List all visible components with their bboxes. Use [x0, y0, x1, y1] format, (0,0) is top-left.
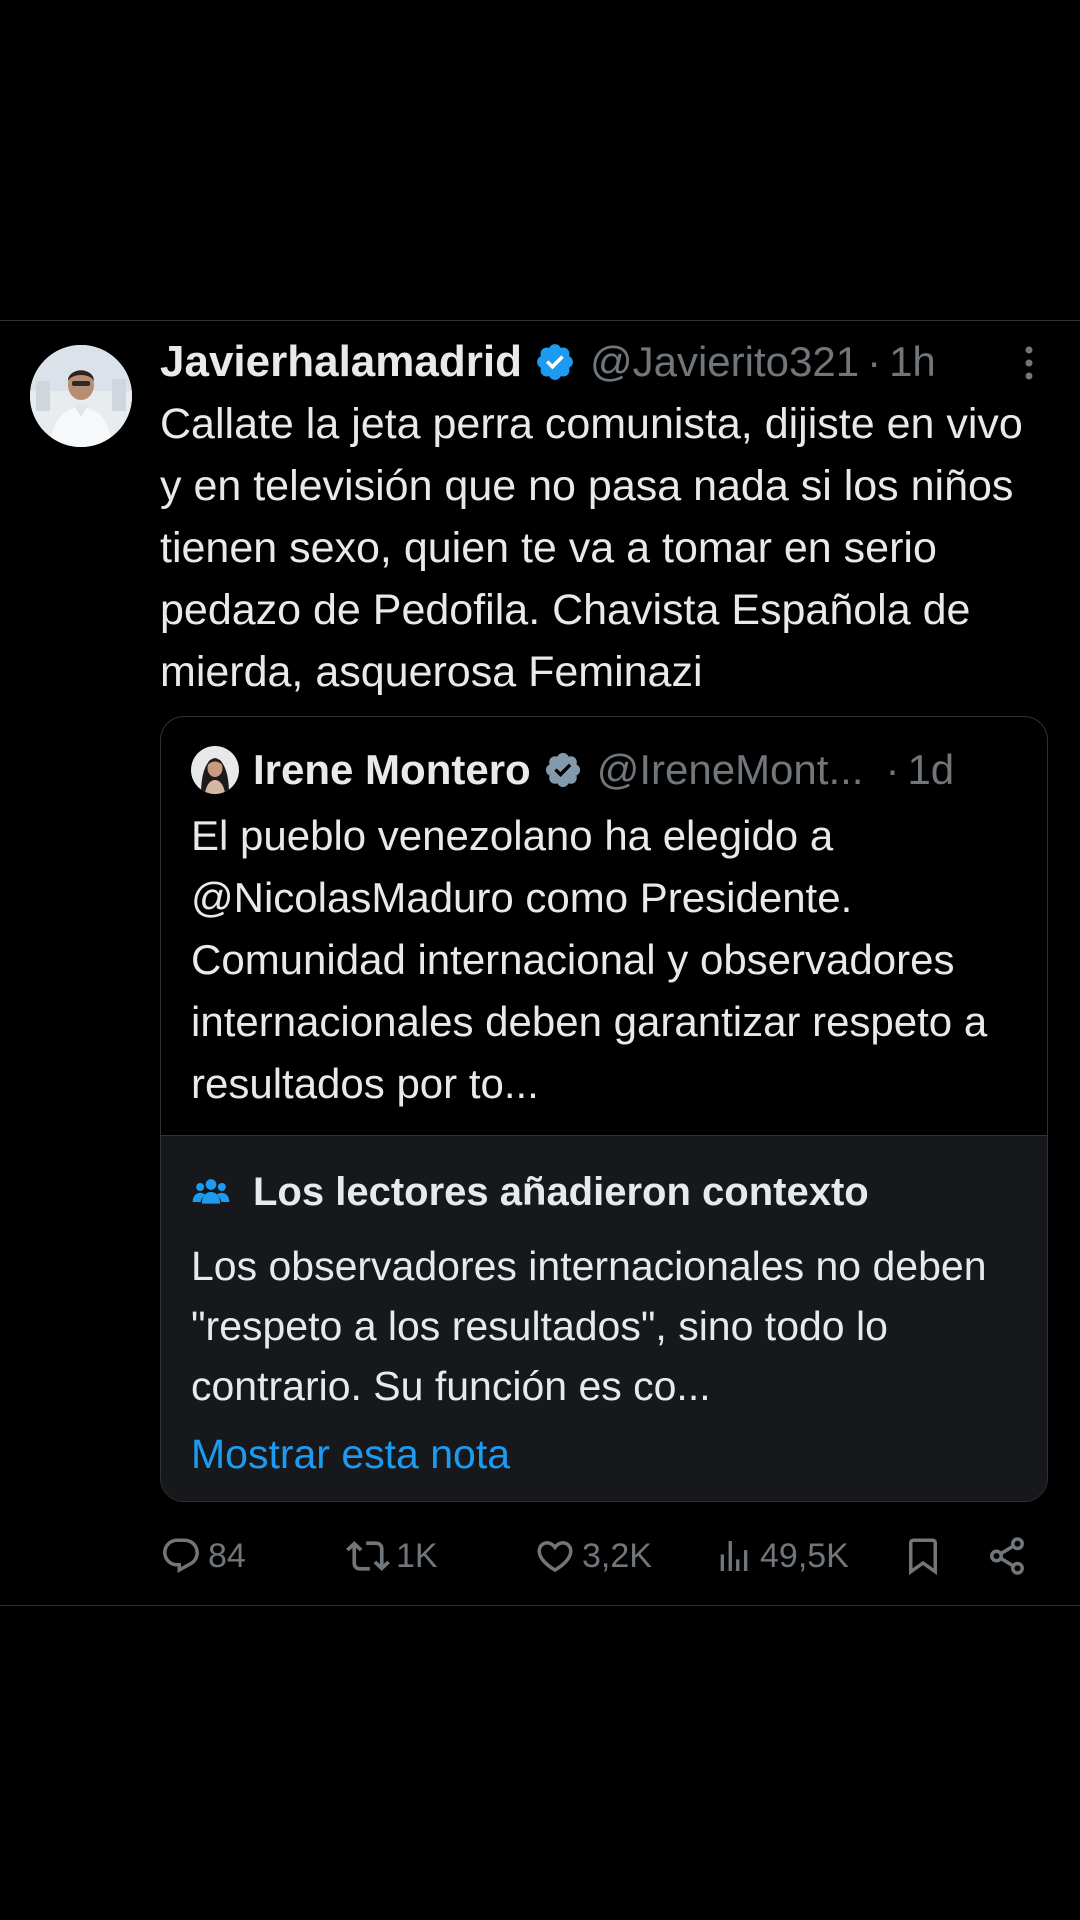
quote-author-handle[interactable]: @IreneMont... [597, 746, 864, 794]
author-display-name[interactable]: Javierhalamadrid [160, 337, 522, 387]
bottom-divider [0, 1605, 1080, 1606]
author-handle[interactable]: @Javierito321 [590, 338, 859, 386]
repost-button[interactable]: 1K [346, 1528, 438, 1584]
views-button[interactable]: 49,5K [714, 1528, 849, 1584]
like-count: 3,2K [582, 1536, 652, 1575]
repost-count: 1K [396, 1536, 438, 1575]
avatar[interactable] [30, 345, 132, 447]
heart-icon [537, 1541, 573, 1573]
quoted-tweet-card[interactable]: Irene Montero @IreneMont... · 1d El pueb… [160, 716, 1048, 1502]
reply-count: 84 [208, 1536, 246, 1575]
verified-badge-icon [534, 341, 576, 383]
analytics-icon [720, 1541, 748, 1571]
community-note-text: Los observadores internacionales no debe… [191, 1243, 987, 1409]
bookmark-button[interactable] [902, 1528, 944, 1584]
quote-text: El pueblo venezolano ha elegido a @Nicol… [191, 812, 988, 1107]
tweet-text: Callate la jeta perra comunista, dijiste… [160, 400, 1023, 696]
people-icon [191, 1172, 231, 1212]
more-vertical-icon [1025, 346, 1033, 380]
top-divider [0, 320, 1080, 321]
separator-dot: · [867, 338, 882, 385]
more-options-button[interactable] [1012, 343, 1046, 383]
quote-author-display-name[interactable]: Irene Montero [253, 746, 531, 794]
tweet-header: Javierhalamadrid @Javierito321 · 1h [160, 332, 1020, 392]
views-count: 49,5K [760, 1536, 849, 1575]
like-button[interactable]: 3,2K [534, 1528, 652, 1584]
share-button[interactable] [986, 1528, 1028, 1584]
quote-timestamp[interactable]: 1d [907, 746, 954, 794]
quote-header: Irene Montero @IreneMont... · 1d [191, 739, 1021, 801]
tweet-actions: 84 1K 3,2K 49,5K [160, 1528, 1040, 1584]
quote-avatar [191, 746, 239, 794]
show-note-link[interactable]: Mostrar esta nota [191, 1424, 510, 1484]
bookmark-icon [909, 1538, 937, 1576]
tweet-timestamp[interactable]: 1h [889, 338, 936, 386]
reply-button[interactable]: 84 [160, 1528, 246, 1584]
community-note-header: Los lectores añadieron contexto [191, 1164, 869, 1220]
repost-icon [346, 1541, 390, 1571]
verified-badge-icon [543, 750, 583, 790]
separator-dot: · [885, 746, 900, 793]
share-icon [990, 1537, 1024, 1575]
community-note[interactable]: Los lectores añadieron contexto Los obse… [161, 1135, 1047, 1501]
avatar-image [30, 345, 132, 447]
reply-icon [163, 1538, 199, 1573]
community-note-title: Los lectores añadieron contexto [253, 1169, 869, 1214]
